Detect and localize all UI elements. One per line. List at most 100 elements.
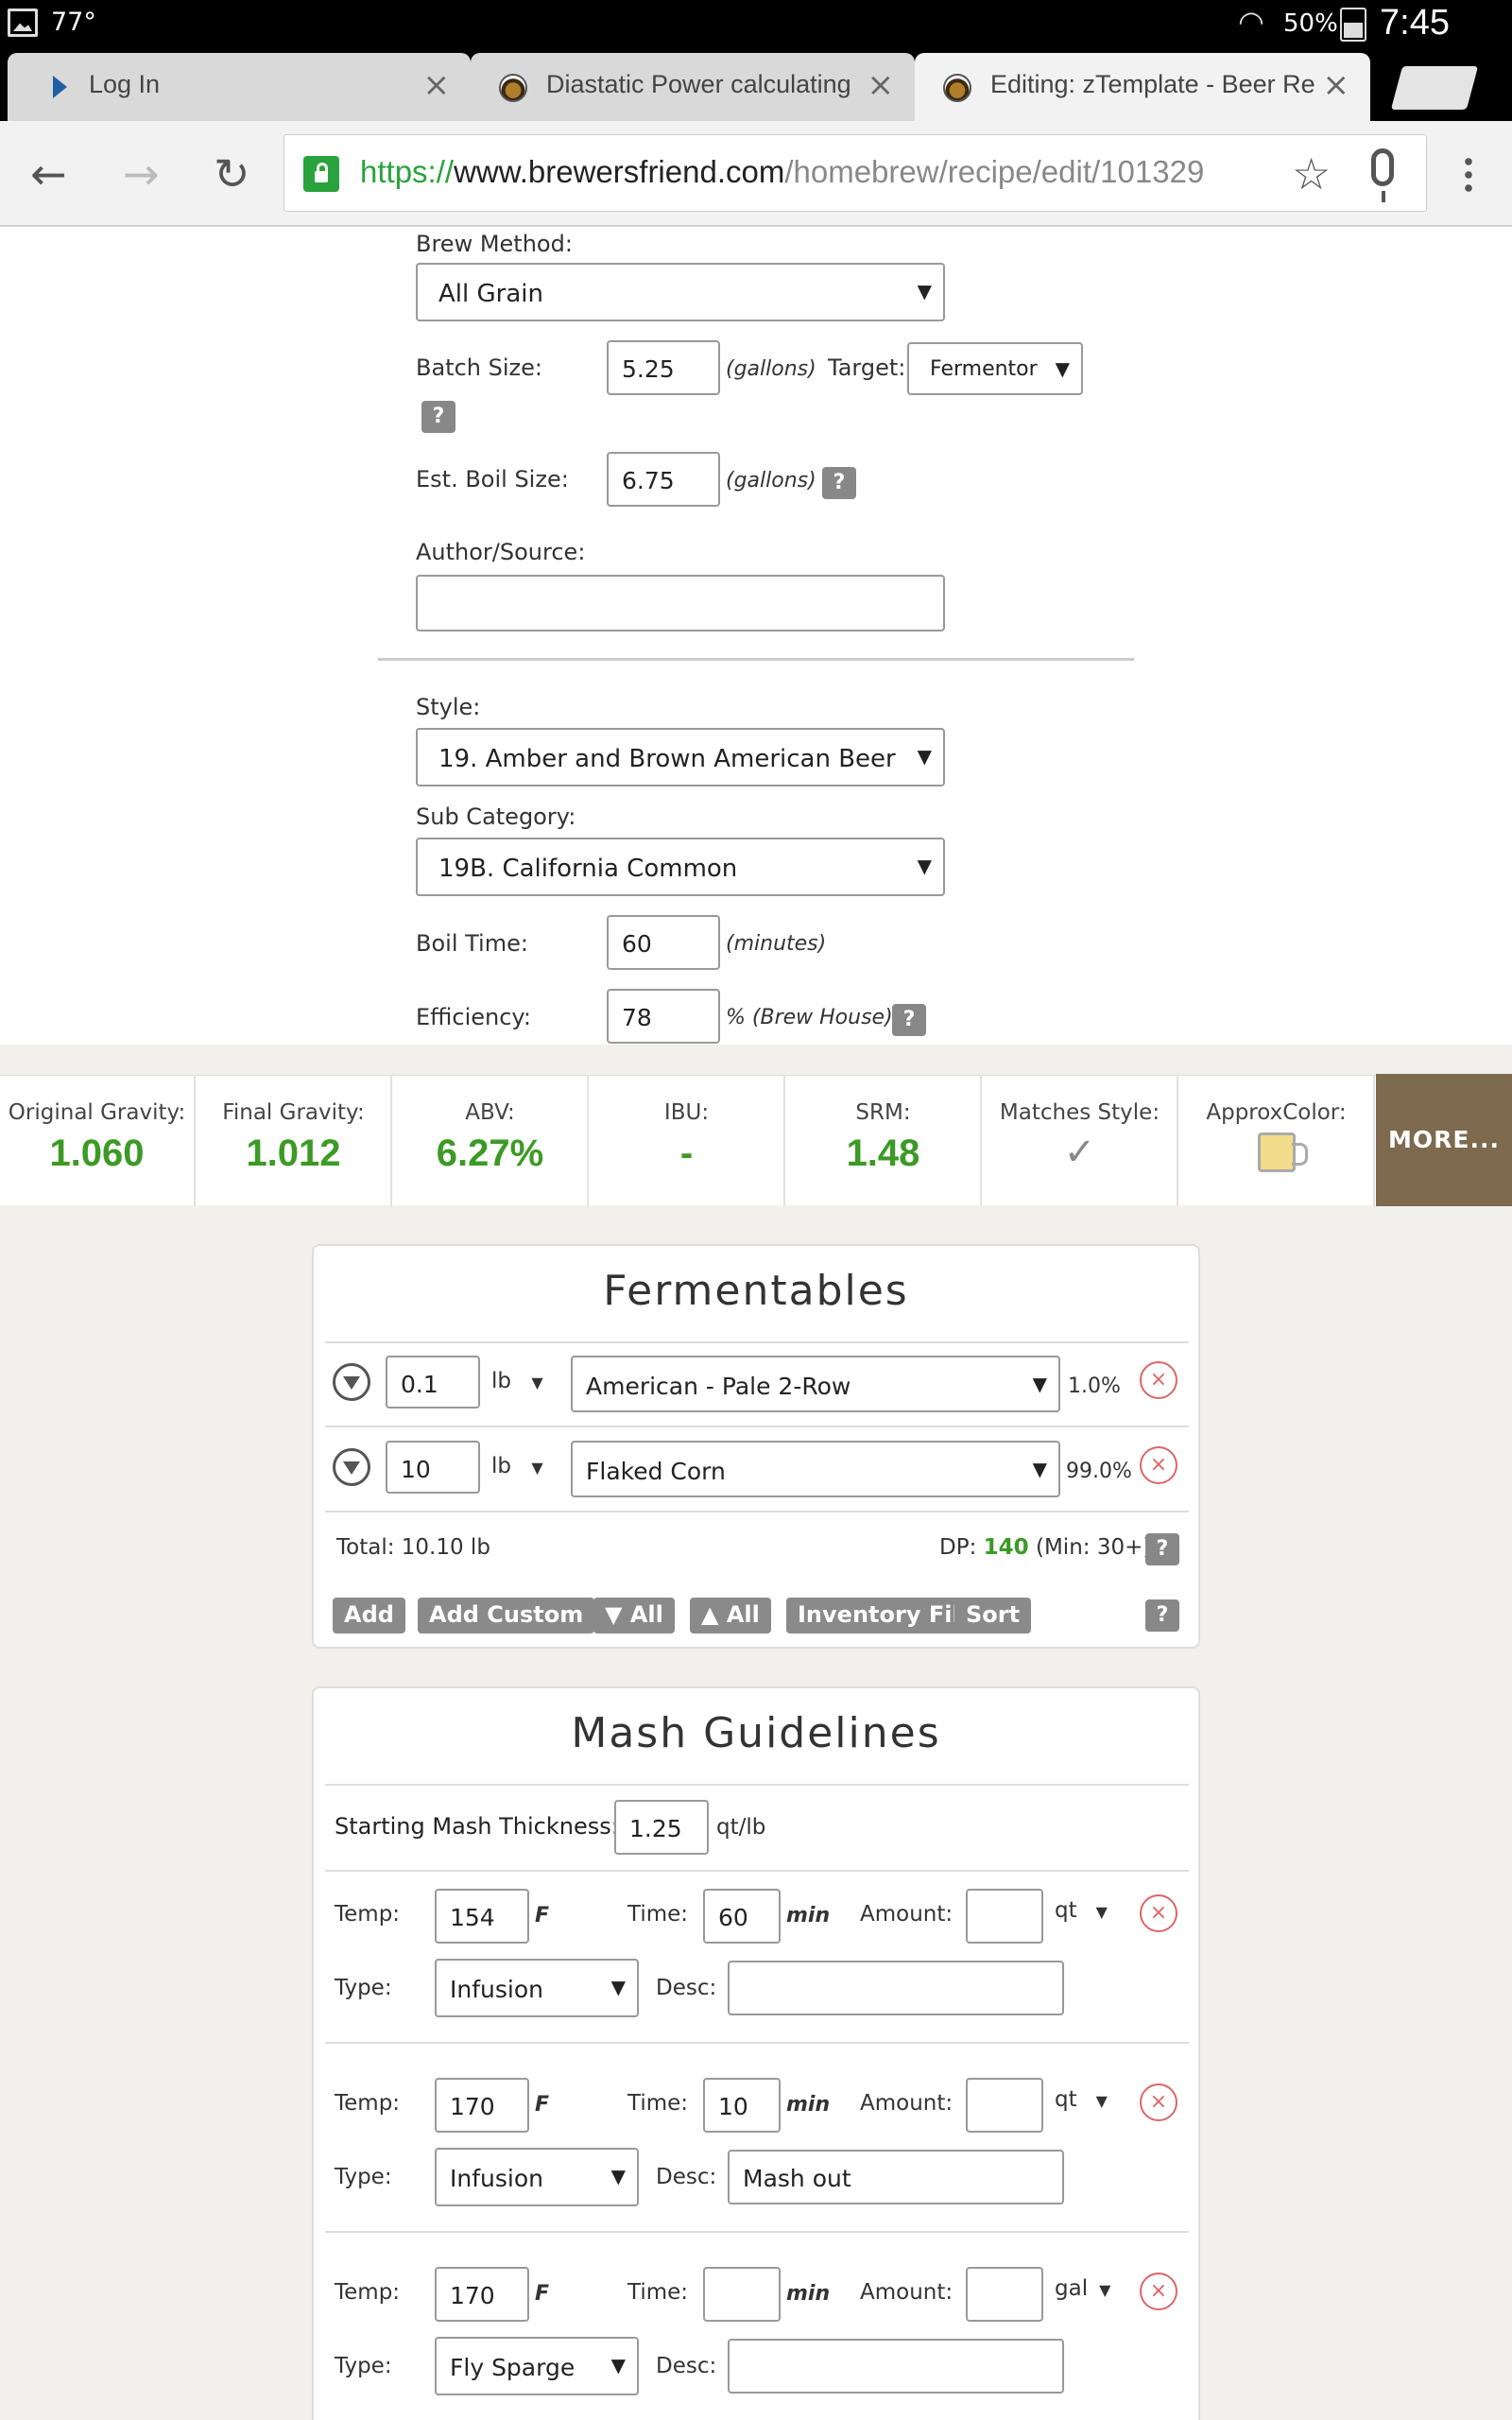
stat-value: 1.012 — [246, 1132, 341, 1174]
divider — [325, 1511, 1189, 1512]
grain-select[interactable]: American - Pale 2-Row ▼ — [571, 1356, 1060, 1412]
efficiency-input[interactable]: 78 — [607, 989, 720, 1044]
close-icon[interactable]: × — [868, 66, 895, 104]
temp-input[interactable]: 170 — [435, 2078, 529, 2133]
add-custom-button[interactable]: Add Custom — [418, 1598, 595, 1634]
menu-icon[interactable] — [1465, 155, 1472, 193]
remove-step-icon[interactable]: × — [1140, 1894, 1177, 1932]
more-button[interactable]: MORE... — [1376, 1074, 1512, 1206]
back-arrow-icon[interactable]: ← — [30, 146, 67, 202]
microphone-icon[interactable] — [1371, 148, 1394, 202]
stat-value: - — [679, 1132, 694, 1174]
desc-input[interactable]: Mash out — [728, 2150, 1064, 2204]
amount-unit-select[interactable]: qt ▼ — [1055, 1898, 1108, 1923]
amount-input[interactable] — [966, 1889, 1043, 1944]
subcategory-select[interactable]: 19B. California Common ▼ — [416, 838, 945, 896]
dp-help-button[interactable]: ? — [1145, 1533, 1179, 1565]
close-icon[interactable]: × — [423, 66, 451, 104]
author-input[interactable] — [416, 575, 945, 631]
brew-method-label: Brew Method: — [416, 231, 573, 257]
mash-thickness-unit: qt/lb — [716, 1815, 766, 1840]
amount-unit-select[interactable]: gal ▼ — [1055, 2276, 1110, 2301]
stat-value: 6.27% — [436, 1132, 544, 1174]
temp-input[interactable]: 170 — [435, 2267, 529, 2322]
expand-all-button[interactable]: ▲ All — [690, 1598, 771, 1634]
amount-input[interactable] — [966, 2078, 1043, 2133]
expand-row-icon[interactable] — [333, 1363, 370, 1401]
fermentables-help-button[interactable]: ? — [1145, 1599, 1179, 1632]
dropdown-caret-icon: ▼ — [1099, 2281, 1111, 2299]
boil-size-unit: (gallons) — [726, 469, 816, 493]
temp-label: Temp: — [335, 2280, 401, 2305]
stat-approx-color: ApproxColor: — [1179, 1076, 1375, 1206]
desc-input[interactable] — [728, 1961, 1064, 2015]
add-button[interactable]: Add — [333, 1598, 405, 1634]
mash-thickness-input[interactable]: 1.25 — [614, 1800, 709, 1855]
play-icon — [53, 76, 67, 98]
bookmark-star-icon[interactable]: ☆ — [1292, 148, 1331, 199]
close-icon[interactable]: × — [1323, 66, 1350, 104]
tab-editing-recipe[interactable]: Editing: zTemplate - Beer Re × — [915, 53, 1370, 121]
dropdown-caret-icon: ▼ — [1032, 1458, 1047, 1480]
collapse-all-button[interactable]: ▼ All — [593, 1598, 675, 1634]
temp-unit: F — [535, 1904, 550, 1927]
amount-input[interactable]: 10 — [386, 1441, 480, 1494]
type-select[interactable]: Infusion ▼ — [435, 1959, 639, 2017]
unit-select[interactable]: lb ▼ — [491, 1454, 543, 1478]
brew-method-select[interactable]: All Grain ▼ — [416, 263, 945, 321]
time-label: Time: — [627, 2280, 689, 2305]
boil-size-help-button[interactable]: ? — [822, 467, 856, 499]
type-select[interactable]: Infusion ▼ — [435, 2148, 639, 2206]
amount-input[interactable]: 0.1 — [386, 1356, 480, 1409]
new-tab-button[interactable] — [1390, 66, 1479, 110]
remove-step-icon[interactable]: × — [1140, 2083, 1177, 2121]
remove-row-icon[interactable]: × — [1140, 1446, 1177, 1484]
beer-mug-icon — [1257, 1132, 1308, 1172]
forward-arrow-icon[interactable]: → — [123, 146, 160, 202]
time-unit: min — [786, 2093, 831, 2117]
efficiency-help-button[interactable]: ? — [892, 1004, 926, 1036]
amount-unit-select[interactable]: qt ▼ — [1055, 2087, 1108, 2112]
boil-time-unit: (minutes) — [726, 932, 827, 956]
target-select[interactable]: Fermentor ▼ — [907, 342, 1083, 395]
temp-unit: F — [535, 2093, 550, 2117]
unit-select[interactable]: lb ▼ — [491, 1369, 543, 1393]
stat-final-gravity: Final Gravity: 1.012 — [197, 1076, 392, 1206]
batch-size-label: Batch Size: — [416, 354, 542, 381]
amount-input[interactable] — [966, 2267, 1043, 2322]
batch-size-help-button[interactable]: ? — [421, 401, 455, 433]
remove-row-icon[interactable]: × — [1140, 1361, 1177, 1399]
grain-select[interactable]: Flaked Corn ▼ — [571, 1441, 1060, 1497]
desc-input[interactable] — [728, 2339, 1064, 2394]
boil-size-input[interactable]: 6.75 — [607, 452, 720, 507]
desc-label: Desc: — [656, 2165, 717, 2189]
stat-original-gravity: Original Gravity: 1.060 — [0, 1076, 196, 1206]
batch-size-input[interactable]: 5.25 — [607, 340, 720, 395]
style-select[interactable]: 19. Amber and Brown American Beer ▼ — [416, 728, 945, 786]
dropdown-caret-icon: ▼ — [531, 1374, 543, 1392]
tab-log-in[interactable]: Log In × — [8, 53, 471, 121]
amount-label: Amount: — [860, 1902, 954, 1927]
expand-row-icon[interactable] — [333, 1448, 370, 1486]
temp-label: Temp: — [335, 2091, 401, 2116]
type-select[interactable]: Fly Sparge ▼ — [435, 2337, 639, 2395]
author-label: Author/Source: — [416, 539, 586, 565]
checkmark-icon: ✓ — [1063, 1131, 1096, 1174]
remove-step-icon[interactable]: × — [1140, 2273, 1177, 2310]
tab-diastatic-power[interactable]: Diastatic Power calculating × — [471, 53, 915, 121]
time-input[interactable]: 60 — [703, 1889, 781, 1944]
boil-size-label: Est. Boil Size: — [416, 466, 569, 493]
address-bar[interactable]: https://www.brewersfriend.com/homebrew/r… — [284, 134, 1427, 212]
sort-button[interactable]: Sort — [954, 1598, 1032, 1634]
dropdown-caret-icon: ▼ — [610, 1976, 626, 1998]
time-input[interactable]: 10 — [703, 2078, 781, 2133]
desc-label: Desc: — [656, 1976, 717, 2000]
temp-input[interactable]: 154 — [435, 1889, 529, 1944]
url-text[interactable]: https://www.brewersfriend.com/homebrew/r… — [360, 154, 1204, 190]
dropdown-caret-icon: ▼ — [610, 2165, 626, 2187]
beer-favicon-icon — [499, 74, 527, 102]
boil-time-input[interactable]: 60 — [607, 915, 720, 970]
reload-icon[interactable]: ↻ — [214, 146, 250, 202]
time-input[interactable] — [703, 2267, 781, 2322]
percent: 99.0% — [1066, 1460, 1132, 1483]
